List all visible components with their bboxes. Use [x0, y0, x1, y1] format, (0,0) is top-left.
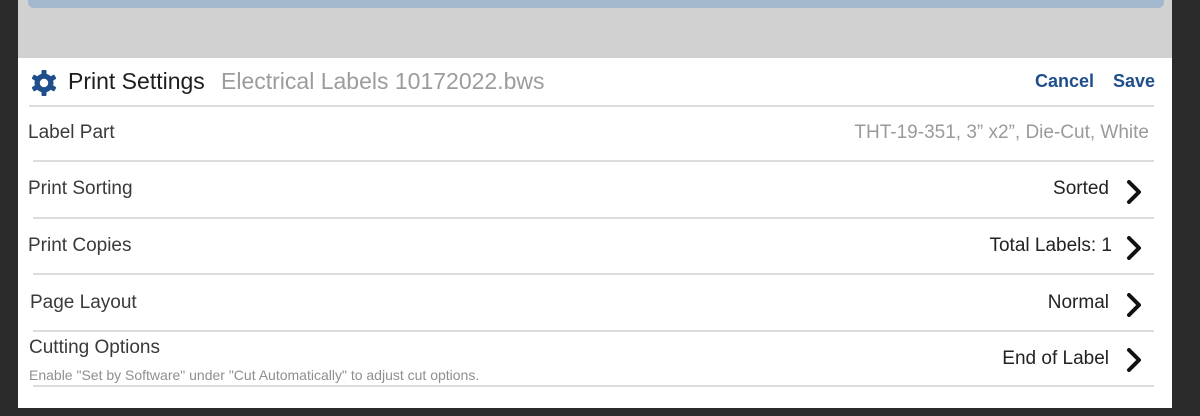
row-label: Print Sorting: [28, 178, 133, 199]
row-value: Sorted: [1053, 178, 1109, 199]
chevron-right-icon: [1127, 348, 1141, 372]
row-value: Total Labels: 1: [989, 235, 1112, 256]
row-value: Normal: [1047, 292, 1109, 313]
settings-row-label-part[interactable]: Label Part THT-19-351, 3” x2”, Die-Cut, …: [18, 107, 1172, 160]
print-settings-panel: Print Settings Electrical Labels 1017202…: [18, 58, 1172, 408]
chevron-right-icon: [1127, 180, 1141, 204]
row-value: End of Label: [1002, 348, 1109, 369]
dimmed-backdrop: [18, 0, 1172, 58]
cutting-options-note: Enable "Set by Software" under "Cut Auto…: [29, 367, 480, 383]
row-label: Print Copies: [28, 235, 132, 256]
file-name: Electrical Labels 10172022.bws: [221, 68, 545, 94]
panel-header: Print Settings Electrical Labels 1017202…: [18, 58, 1172, 106]
row-label: Label Part: [28, 122, 115, 143]
gear-icon: [31, 70, 57, 96]
chevron-right-icon: [1127, 293, 1141, 317]
cancel-button[interactable]: Cancel: [1035, 71, 1094, 92]
settings-row-print-copies[interactable]: Print Copies Total Labels: 1: [18, 219, 1172, 273]
divider: [33, 385, 1154, 387]
page-title: Print Settings: [68, 68, 205, 94]
row-label: Page Layout: [30, 292, 137, 313]
save-button[interactable]: Save: [1113, 71, 1155, 92]
row-label: Cutting Options: [29, 337, 160, 358]
row-value: THT-19-351, 3” x2”, Die-Cut, White: [854, 122, 1149, 143]
chevron-right-icon: [1127, 236, 1141, 260]
settings-row-print-sorting[interactable]: Print Sorting Sorted: [18, 162, 1172, 217]
settings-row-page-layout[interactable]: Page Layout Normal: [18, 275, 1172, 330]
top-toolbar-strip: [28, 0, 1164, 8]
